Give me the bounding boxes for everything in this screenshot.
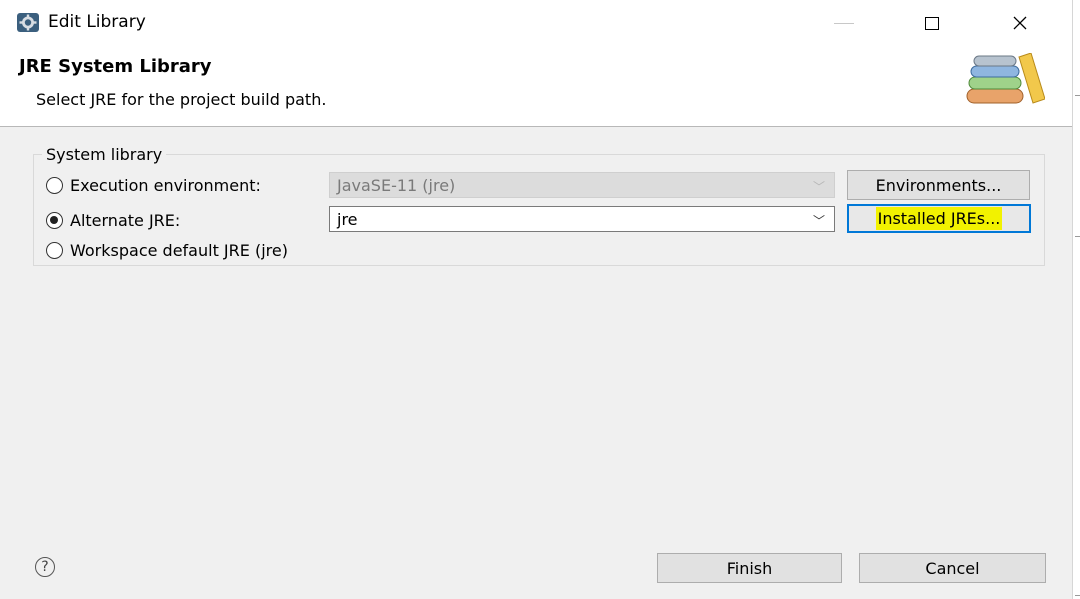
execution-environment-option[interactable]: Execution environment: [46,176,261,195]
page-title: JRE System Library [19,56,212,77]
installed-jres-button[interactable]: Installed JREs... [847,204,1031,233]
edge-mark [1075,236,1080,237]
execution-environment-radio[interactable] [46,177,63,194]
window-edge [1072,0,1080,599]
chevron-down-icon: ﹀ [812,180,825,194]
close-icon [1013,16,1027,30]
workspace-default-label: Workspace default JRE (jre) [70,241,288,260]
window-title: Edit Library [48,12,146,32]
help-icon-glyph: ? [41,559,49,575]
close-button[interactable] [1000,8,1040,38]
gear-icon [17,13,39,32]
environments-button-label: Environments... [875,175,1002,195]
finish-button-label: Finish [726,558,773,578]
alternate-jre-label: Alternate JRE: [70,211,181,230]
cancel-button[interactable]: Cancel [859,553,1046,583]
alternate-jre-option[interactable]: Alternate JRE: [46,211,180,230]
execution-environment-label: Execution environment: [70,176,261,195]
alternate-jre-radio[interactable] [46,212,63,229]
minimize-button[interactable] [824,8,864,38]
library-books-image [966,53,1045,104]
maximize-icon [925,16,939,30]
installed-jres-button-label: Installed JREs... [875,207,1003,230]
finish-button[interactable]: Finish [657,553,842,583]
page-description: Select JRE for the project build path. [36,90,327,109]
execution-environment-select[interactable]: JavaSE-11 (jre) ﹀ [329,172,835,198]
workspace-default-radio[interactable] [46,242,63,259]
dialog-header: JRE System Library Select JRE for the pr… [0,46,1080,126]
maximize-button[interactable] [912,8,952,38]
edge-mark [1075,95,1080,96]
environments-button[interactable]: Environments... [847,170,1030,200]
group-label: System library [42,145,167,164]
cancel-button-label: Cancel [925,558,980,578]
alternate-jre-select[interactable]: jre ﹀ [329,206,835,232]
minimize-icon [834,22,854,24]
workspace-default-option[interactable]: Workspace default JRE (jre) [46,241,288,260]
execution-environment-value: JavaSE-11 (jre) [337,176,456,195]
alternate-jre-value: jre [337,210,358,229]
help-icon[interactable]: ? [35,557,55,577]
title-bar: Edit Library [0,0,1063,46]
edge-mark [1075,595,1080,596]
chevron-down-icon: ﹀ [812,214,825,228]
